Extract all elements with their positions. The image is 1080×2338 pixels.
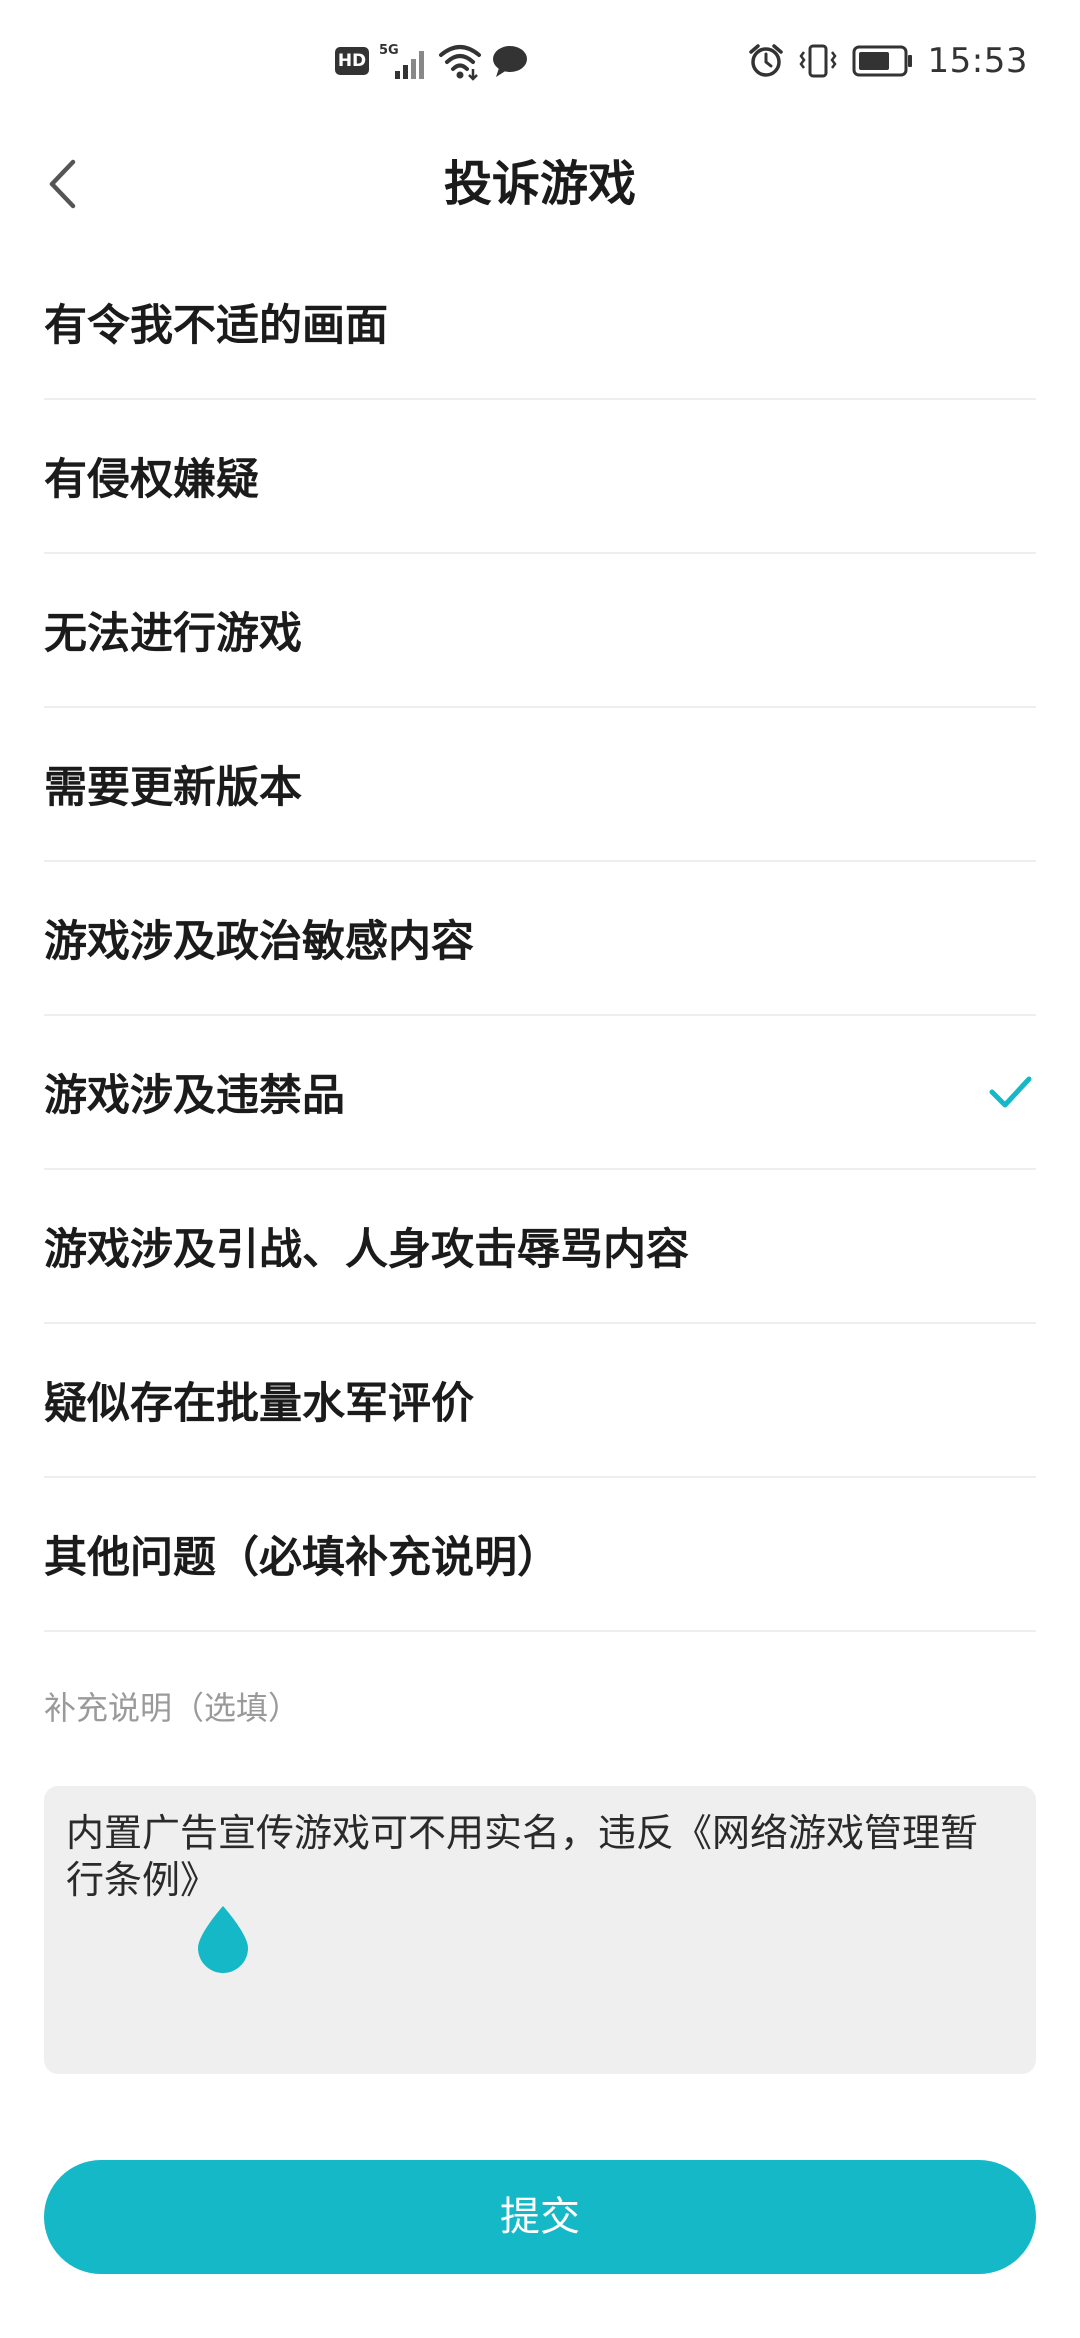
reason-item[interactable]: 有侵权嫌疑 <box>44 400 1036 554</box>
status-bar: HD 5G 15:53 <box>0 0 1080 125</box>
reason-label: 游戏涉及政治敏感内容 <box>44 917 474 967</box>
header: 投诉游戏 <box>0 125 1080 243</box>
reason-item-selected[interactable]: 游戏涉及违禁品 <box>44 1016 1036 1170</box>
text-cursor-handle-icon[interactable] <box>194 1904 252 1974</box>
reason-item[interactable]: 疑似存在批量水军评价 <box>44 1324 1036 1478</box>
reason-label: 有侵权嫌疑 <box>44 455 259 505</box>
check-icon <box>989 1076 1032 1108</box>
network-type-label: 5G <box>379 43 399 58</box>
status-time: 15:53 <box>927 41 1028 81</box>
alarm-icon <box>748 44 783 77</box>
reason-label: 有令我不适的画面 <box>44 301 388 351</box>
wifi-icon <box>439 45 481 81</box>
reason-label: 其他问题（必填补充说明） <box>44 1533 560 1583</box>
reason-item[interactable]: 游戏涉及政治敏感内容 <box>44 862 1036 1016</box>
submit-button[interactable]: 提交 <box>44 2160 1036 2274</box>
supplement-text[interactable]: 内置广告宣传游戏可不用实名，违反《网络游戏管理暂行条例》 <box>66 1810 1014 1904</box>
message-icon <box>493 46 527 77</box>
supplement-textarea[interactable]: 内置广告宣传游戏可不用实名，违反《网络游戏管理暂行条例》 <box>44 1786 1036 2074</box>
reason-label: 游戏涉及违禁品 <box>44 1071 345 1121</box>
reason-list: 有令我不适的画面 有侵权嫌疑 无法进行游戏 需要更新版本 游戏涉及政治敏感内容 … <box>44 246 1036 1632</box>
reason-label: 需要更新版本 <box>44 763 302 813</box>
status-right-icons: 15:53 <box>748 38 1028 84</box>
reason-item[interactable]: 无法进行游戏 <box>44 554 1036 708</box>
supplement-label: 补充说明（选填） <box>44 1689 301 1727</box>
vibrate-icon <box>798 44 837 78</box>
hd-badge: HD <box>335 47 369 75</box>
reason-label: 疑似存在批量水军评价 <box>44 1379 474 1429</box>
reason-item[interactable]: 其他问题（必填补充说明） <box>44 1478 1036 1632</box>
status-left-icons: HD 5G <box>335 38 529 84</box>
reason-item[interactable]: 有令我不适的画面 <box>44 246 1036 400</box>
page-title: 投诉游戏 <box>443 156 636 212</box>
reason-label: 无法进行游戏 <box>44 609 302 659</box>
reason-item[interactable]: 游戏涉及引战、人身攻击辱骂内容 <box>44 1170 1036 1324</box>
reason-label: 游戏涉及引战、人身攻击辱骂内容 <box>44 1225 689 1275</box>
signal-icon: 5G <box>379 43 424 79</box>
reason-item[interactable]: 需要更新版本 <box>44 708 1036 862</box>
battery-icon <box>852 45 912 77</box>
